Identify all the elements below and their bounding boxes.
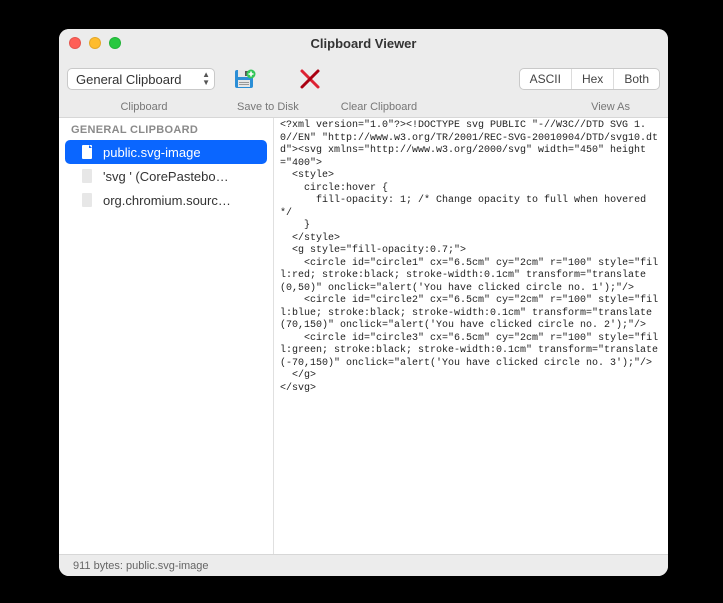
sidebar-item[interactable]: public.svg-image: [65, 140, 267, 164]
label-viewas: View As: [591, 101, 660, 113]
view-as-hex[interactable]: Hex: [572, 69, 614, 89]
titlebar: Clipboard Viewer: [59, 29, 668, 57]
sidebar-item[interactable]: org.chromium.sourc…: [65, 188, 267, 212]
file-icon: [79, 144, 95, 160]
sidebar-item-label: 'svg ' (CorePastebo…: [103, 169, 229, 184]
clipboard-select[interactable]: General Clipboard ▲▼: [67, 68, 215, 90]
toolbar-labels: Clipboard Save to Disk Clear Clipboard V…: [59, 101, 668, 117]
sidebar-item-label: org.chromium.sourc…: [103, 193, 231, 208]
sidebar-header: GENERAL CLIPBOARD: [59, 118, 273, 140]
file-icon: [79, 192, 95, 208]
content-text-pane[interactable]: <?xml version="1.0"?><!DOCTYPE svg PUBLI…: [274, 118, 668, 554]
view-as-ascii[interactable]: ASCII: [520, 69, 572, 89]
window-controls: [69, 37, 121, 49]
content-area: GENERAL CLIPBOARD public.svg-image 'svg …: [59, 117, 668, 554]
file-icon: [79, 168, 95, 184]
status-bar: 911 bytes: public.svg-image: [59, 554, 668, 576]
window-title: Clipboard Viewer: [59, 36, 668, 51]
label-save: Save to Disk: [237, 101, 299, 113]
sidebar-item-label: public.svg-image: [103, 145, 201, 160]
floppy-disk-icon: [232, 67, 256, 91]
zoom-button[interactable]: [109, 37, 121, 49]
label-clear: Clear Clipboard: [341, 101, 417, 113]
app-window: Clipboard Viewer General Clipboard ▲▼: [59, 29, 668, 576]
sidebar-item[interactable]: 'svg ' (CorePastebo…: [65, 164, 267, 188]
sidebar: GENERAL CLIPBOARD public.svg-image 'svg …: [59, 118, 274, 554]
x-icon: [298, 67, 322, 91]
view-as-both[interactable]: Both: [614, 69, 659, 89]
close-button[interactable]: [69, 37, 81, 49]
label-clipboard: Clipboard: [67, 101, 221, 113]
toolbar: General Clipboard ▲▼: [59, 57, 668, 101]
status-text: 911 bytes: public.svg-image: [73, 560, 209, 572]
chevron-updown-icon: ▲▼: [202, 71, 210, 87]
minimize-button[interactable]: [89, 37, 101, 49]
clear-clipboard-button[interactable]: [297, 62, 323, 96]
save-to-disk-button[interactable]: [231, 62, 257, 96]
view-as-segmented: ASCII Hex Both: [519, 68, 660, 90]
clipboard-select-value: General Clipboard: [76, 72, 182, 87]
